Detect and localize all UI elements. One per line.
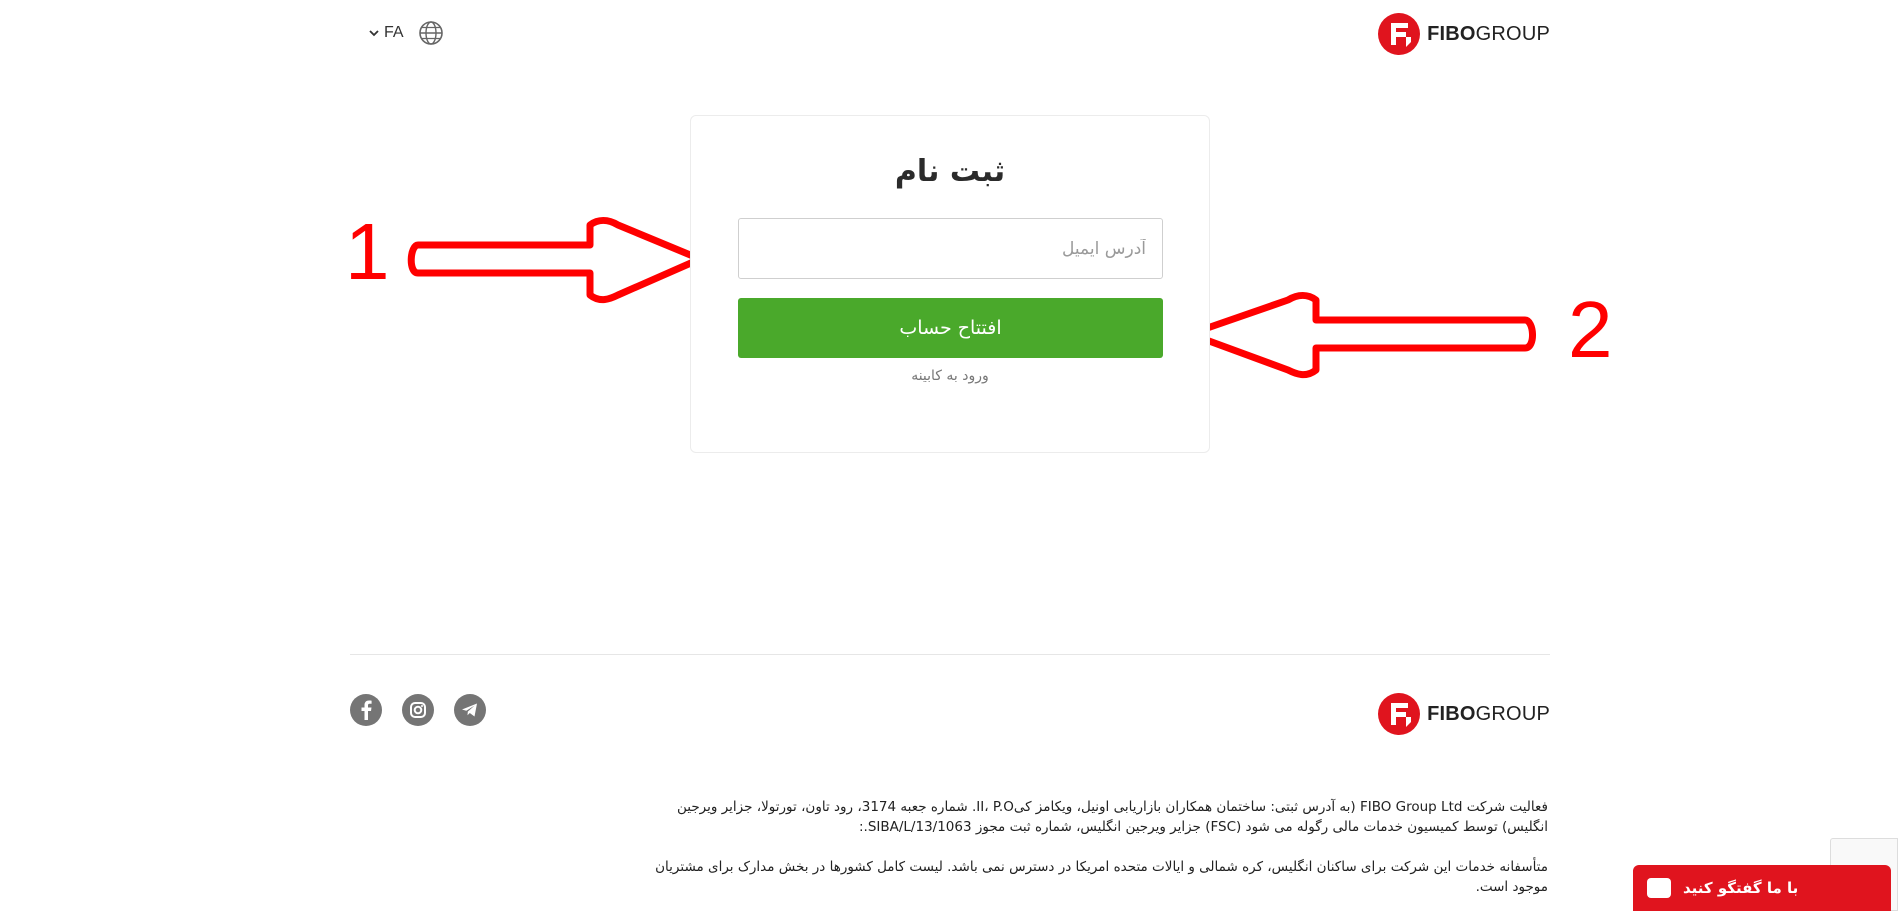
footer-brand-bold: FIBO: [1427, 702, 1476, 725]
footer-divider: [350, 654, 1550, 655]
annotation-arrow-right: [407, 217, 704, 304]
registration-card: ثبت نام افتتاح حساب ورود به کابینه: [690, 115, 1210, 453]
header: FA FIBOGROUP: [350, 0, 1550, 70]
legal-paragraph-regulation: فعالیت شرکت FIBO Group Ltd (به آدرس ثبتی…: [676, 799, 1548, 835]
fibo-logo-icon: [1378, 693, 1421, 735]
chat-bubble-icon: [1647, 878, 1671, 898]
telegram-icon[interactable]: [454, 694, 486, 726]
facebook-icon[interactable]: [350, 694, 382, 726]
legal-paragraph-restrictions: متأسفانه خدمات این شرکت برای ساکنان انگل…: [655, 859, 1548, 895]
chat-label: با ما گفتگو کنید: [1683, 879, 1799, 897]
instagram-icon[interactable]: [402, 694, 434, 726]
social-links: [350, 694, 486, 726]
annotation-number-2: 2: [1568, 285, 1613, 374]
language-selector[interactable]: FA: [368, 20, 444, 46]
globe-icon: [418, 21, 443, 45]
brand-name: FIBOGROUP: [1427, 23, 1550, 46]
language-code: FA: [368, 24, 404, 42]
open-account-button[interactable]: افتتاح حساب: [738, 298, 1163, 358]
chat-widget-button[interactable]: با ما گفتگو کنید: [1633, 865, 1891, 911]
footer-brand-logo[interactable]: FIBOGROUP: [1377, 692, 1550, 736]
annotation-number-1: 1: [345, 207, 390, 296]
login-link[interactable]: ورود به کابینه: [691, 368, 1209, 384]
email-input[interactable]: [738, 218, 1163, 279]
language-label: FA: [384, 24, 404, 41]
brand-bold: FIBO: [1427, 22, 1476, 45]
footer-brand-name: FIBOGROUP: [1427, 703, 1550, 726]
footer-brand-regular: GROUP: [1475, 702, 1550, 725]
brand-regular: GROUP: [1475, 22, 1550, 45]
fibo-logo-icon: [1378, 13, 1421, 55]
form-title: ثبت نام: [894, 154, 1006, 189]
legal-notice: فعالیت شرکت FIBO Group Ltd (به آدرس ثبتی…: [648, 797, 1548, 897]
brand-logo[interactable]: FIBOGROUP: [1377, 12, 1550, 56]
annotation-arrow-left: [1186, 292, 1536, 379]
chevron-down-icon: [369, 30, 379, 37]
